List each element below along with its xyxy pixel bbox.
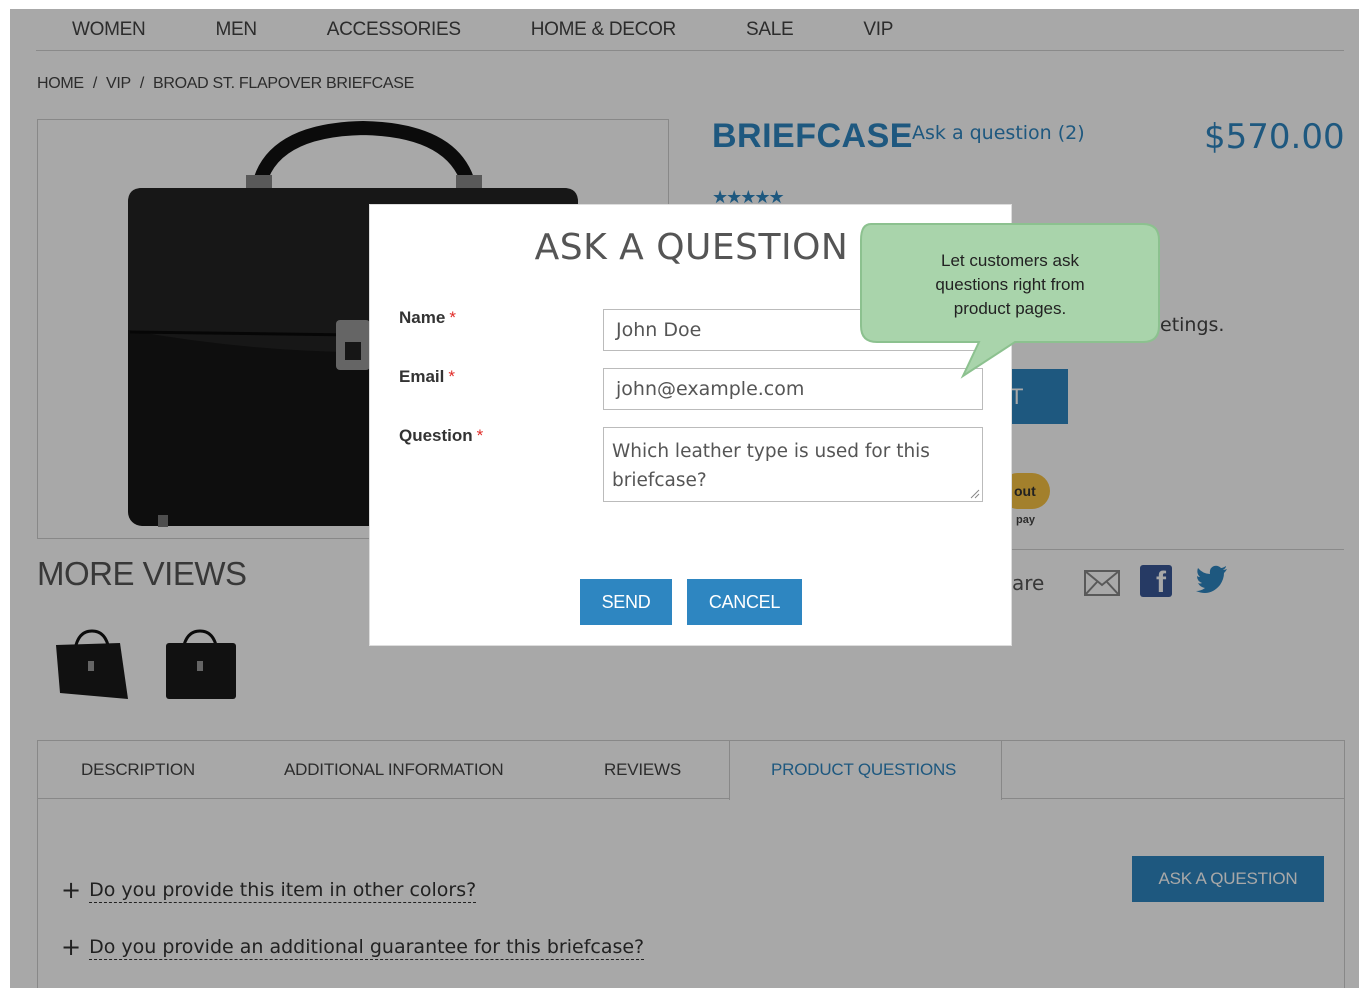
name-label-text: Name [399,308,446,327]
required-mark: * [476,426,484,445]
question-label-text: Question [399,426,473,445]
email-label-text: Email [399,367,445,386]
resize-handle-icon[interactable] [970,489,980,499]
question-label: Question * [399,426,483,446]
required-mark: * [448,367,455,386]
cancel-button[interactable]: CANCEL [687,579,802,625]
name-label: Name * [399,308,456,328]
question-textarea[interactable]: Which leather type is used for this brie… [603,427,983,502]
tooltip-line: questions right from [935,275,1085,294]
send-button[interactable]: SEND [580,579,672,625]
tooltip-line: Let customers ask [941,251,1079,270]
tooltip-line: product pages. [953,299,1067,318]
email-label: Email * [399,367,455,387]
required-mark: * [449,308,456,327]
tooltip-text: Let customers ask questions right from p… [868,249,1152,321]
question-text: Which leather type is used for this brie… [612,441,930,491]
